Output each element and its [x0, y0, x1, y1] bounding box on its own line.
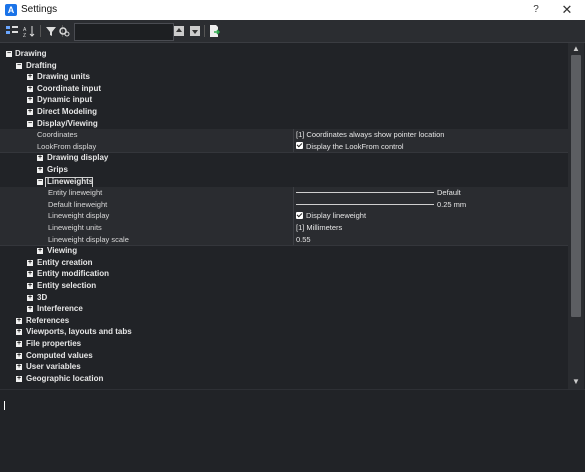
- filter-icon[interactable]: [44, 24, 58, 38]
- collapse-icon[interactable]: −: [27, 120, 33, 127]
- window-title: Settings: [21, 4, 58, 15]
- expand-icon[interactable]: +: [27, 282, 33, 289]
- tree-item-coordinate-input[interactable]: + Coordinate input: [0, 83, 568, 95]
- expand-icon[interactable]: +: [37, 166, 43, 173]
- tree-item-file-properties[interactable]: + File properties: [0, 338, 568, 350]
- search-input[interactable]: [74, 23, 174, 41]
- title-bar: A Settings ? ✕: [0, 0, 585, 20]
- scrollbar-thumb[interactable]: [571, 55, 581, 317]
- categorized-view-icon[interactable]: [5, 24, 19, 38]
- expand-icon[interactable]: +: [37, 247, 43, 255]
- vertical-scrollbar[interactable]: ▲ ▼: [568, 43, 584, 389]
- tree-item-grips[interactable]: + Grips: [0, 164, 568, 176]
- tree-item-geographic-location[interactable]: + Geographic location: [0, 373, 568, 385]
- tree-item-drafting[interactable]: − Drafting: [0, 60, 568, 72]
- tree-item-direct-modeling[interactable]: + Direct Modeling: [0, 106, 568, 118]
- coordinates-select[interactable]: [1] Coordinates always show pointer loca…: [296, 129, 444, 141]
- close-button[interactable]: ✕: [559, 2, 575, 18]
- tree-item-display-viewing[interactable]: − Display/Viewing: [0, 118, 568, 130]
- text-cursor: [4, 401, 5, 410]
- expand-icon[interactable]: +: [27, 270, 33, 278]
- tree-item-lineweights[interactable]: − Lineweights: [0, 176, 568, 188]
- tree-item-interference[interactable]: + Interference: [0, 303, 568, 315]
- tree-item-dynamic-input[interactable]: + Dynamic input: [0, 94, 568, 106]
- expand-icon[interactable]: +: [27, 305, 33, 313]
- lookfrom-checkbox[interactable]: [296, 142, 303, 150]
- tree-item-3d[interactable]: + 3D: [0, 292, 568, 304]
- description-panel: [0, 389, 585, 472]
- expand-icon[interactable]: +: [16, 352, 22, 359]
- tree-item-viewing[interactable]: + Viewing: [0, 245, 568, 257]
- svg-text:Z: Z: [23, 33, 26, 38]
- tree-item-drawing-units[interactable]: + Drawing units: [0, 71, 568, 83]
- expand-icon[interactable]: +: [16, 328, 22, 336]
- collapse-icon[interactable]: −: [6, 50, 12, 57]
- collapse-icon[interactable]: −: [16, 62, 22, 69]
- scroll-up-icon[interactable]: ▲: [571, 44, 581, 54]
- toolbar: AZ: [0, 20, 585, 43]
- expand-icon[interactable]: +: [27, 85, 33, 92]
- app-logo-icon: A: [5, 4, 17, 16]
- export-icon[interactable]: [207, 24, 221, 38]
- expand-icon[interactable]: +: [16, 363, 22, 371]
- expand-icon[interactable]: +: [37, 154, 43, 162]
- expand-icon[interactable]: +: [16, 317, 22, 324]
- expand-icon[interactable]: +: [27, 259, 33, 266]
- tree-item-drawing-display[interactable]: + Drawing display: [0, 152, 568, 164]
- expand-icon[interactable]: +: [27, 108, 33, 115]
- expand-icon[interactable]: +: [27, 294, 33, 301]
- help-button[interactable]: ?: [528, 2, 544, 18]
- tree-item-viewports[interactable]: + Viewports, layouts and tabs: [0, 326, 568, 338]
- lineweight-units-select[interactable]: [1] Millimeters: [296, 222, 342, 234]
- arrow-up-icon[interactable]: [172, 24, 186, 38]
- tree-item-drawing[interactable]: − Drawing: [0, 48, 568, 60]
- tree-item-computed-values[interactable]: + Computed values: [0, 350, 568, 362]
- settings-tree: − Drawing − Drafting + Drawing units + C…: [0, 43, 568, 389]
- tree-item-user-variables[interactable]: + User variables: [0, 361, 568, 373]
- lineweight-scale-input[interactable]: 0.55: [296, 234, 311, 246]
- collapse-icon[interactable]: −: [37, 178, 43, 185]
- tree-item-entity-selection[interactable]: + Entity selection: [0, 280, 568, 292]
- lineweight-display-checkbox[interactable]: [296, 211, 303, 219]
- sort-alphabetical-icon[interactable]: AZ: [22, 24, 36, 39]
- gear-settings-icon[interactable]: [57, 24, 71, 38]
- default-lineweight-line[interactable]: [296, 203, 434, 205]
- expand-icon[interactable]: +: [16, 375, 22, 382]
- expand-icon[interactable]: +: [27, 96, 33, 104]
- expand-icon[interactable]: +: [27, 73, 33, 81]
- scroll-down-icon[interactable]: ▼: [571, 377, 581, 387]
- entity-lineweight-line[interactable]: [296, 192, 434, 194]
- tree-item-entity-creation[interactable]: + Entity creation: [0, 257, 568, 269]
- arrow-down-icon[interactable]: [188, 24, 202, 38]
- tree-item-references[interactable]: + References: [0, 315, 568, 327]
- expand-icon[interactable]: +: [16, 340, 22, 347]
- tree-item-entity-modification[interactable]: + Entity modification: [0, 268, 568, 280]
